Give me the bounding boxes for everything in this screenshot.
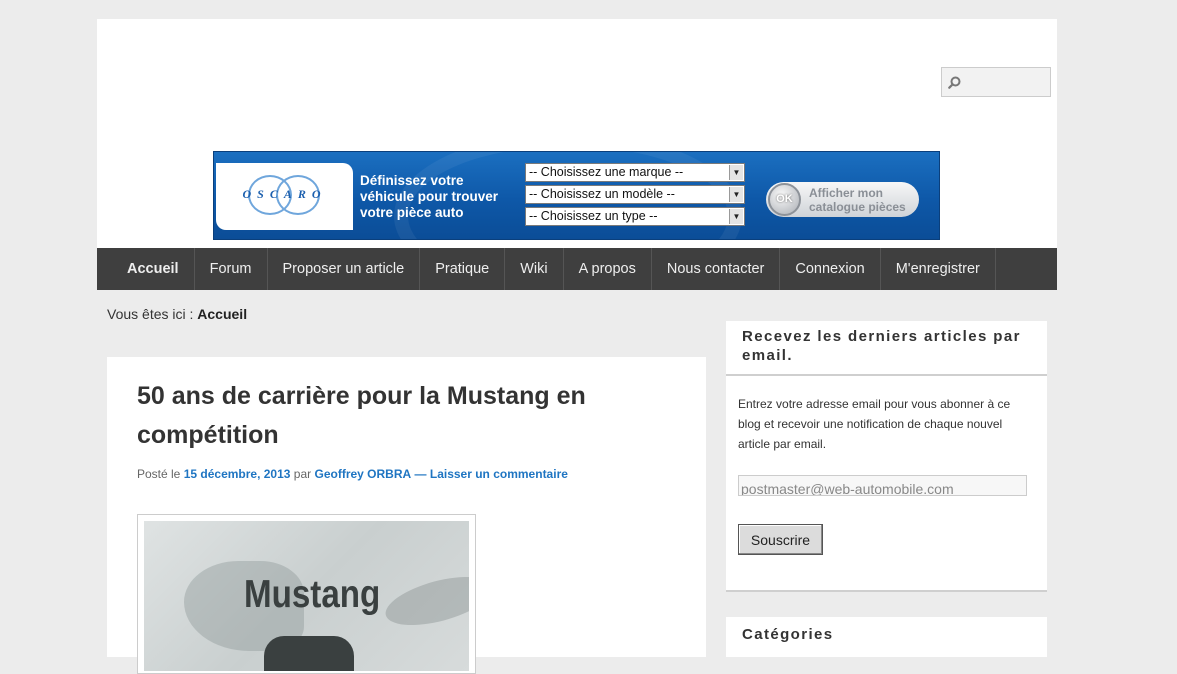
show-catalogue-button[interactable]: OK Afficher mon catalogue pièces bbox=[766, 182, 919, 217]
article-image[interactable]: Mustang bbox=[137, 514, 476, 674]
email-field[interactable]: postmaster@web-automobile.com bbox=[738, 475, 1027, 496]
search-box[interactable] bbox=[941, 67, 1051, 97]
logo-text: OSCARO bbox=[242, 187, 327, 201]
main-nav: Accueil Forum Proposer un article Pratiq… bbox=[97, 248, 1057, 290]
breadcrumb-current: Accueil bbox=[197, 306, 248, 322]
nav-item-connexion[interactable]: Connexion bbox=[780, 248, 881, 290]
breadcrumb: Vous êtes ici : Accueil bbox=[107, 306, 248, 322]
subscribe-widget: Recevez les derniers articles par email.… bbox=[726, 321, 1047, 592]
chevron-down-icon[interactable]: ▼ bbox=[729, 165, 743, 180]
nav-item-contact[interactable]: Nous contacter bbox=[652, 248, 781, 290]
vehicle-selectors: -- Choisissez une marque -- ▼ -- Choisis… bbox=[525, 163, 745, 229]
site-container: OSCARO Définissez votre véhicule pour tr… bbox=[97, 19, 1057, 674]
nav-item-wiki[interactable]: Wiki bbox=[505, 248, 564, 290]
author-link[interactable]: Geoffrey ORBRA bbox=[314, 467, 411, 481]
nav-item-register[interactable]: M'enregistrer bbox=[881, 248, 996, 290]
nav-item-forum[interactable]: Forum bbox=[195, 248, 268, 290]
subscribe-button[interactable]: Souscrire bbox=[738, 524, 823, 555]
subscribe-title: Recevez les derniers articles par email. bbox=[726, 321, 1047, 376]
type-select[interactable]: -- Choisissez un type -- ▼ bbox=[525, 207, 745, 226]
nav-item-apropos[interactable]: A propos bbox=[564, 248, 652, 290]
comment-link[interactable]: Laisser un commentaire bbox=[430, 467, 568, 481]
categories-widget: Catégories bbox=[726, 617, 1047, 657]
chevron-down-icon[interactable]: ▼ bbox=[729, 209, 743, 224]
ok-icon: OK bbox=[768, 183, 801, 216]
chevron-down-icon[interactable]: ▼ bbox=[729, 187, 743, 202]
nav-item-proposer[interactable]: Proposer un article bbox=[268, 248, 421, 290]
subscribe-description: Entrez votre adresse email pour vous abo… bbox=[738, 397, 1011, 451]
search-input[interactable] bbox=[965, 73, 1049, 91]
oscaro-logo[interactable]: OSCARO bbox=[216, 163, 353, 230]
site-header: OSCARO Définissez votre véhicule pour tr… bbox=[97, 19, 1057, 248]
image-caption-text: Mustang bbox=[244, 573, 381, 616]
model-select[interactable]: -- Choisissez un modèle -- ▼ bbox=[525, 185, 745, 204]
nav-item-accueil[interactable]: Accueil bbox=[97, 248, 195, 290]
nav-item-pratique[interactable]: Pratique bbox=[420, 248, 506, 290]
brand-select[interactable]: -- Choisissez une marque -- ▼ bbox=[525, 163, 745, 182]
article-title[interactable]: 50 ans de carrière pour la Mustang en co… bbox=[137, 377, 657, 455]
oscaro-banner[interactable]: OSCARO Définissez votre véhicule pour tr… bbox=[213, 151, 940, 240]
article-card: 50 ans de carrière pour la Mustang en co… bbox=[107, 357, 706, 674]
date-link[interactable]: 15 décembre, 2013 bbox=[184, 467, 291, 481]
article-meta: Posté le 15 décembre, 2013 par Geoffrey … bbox=[137, 467, 568, 481]
banner-tagline: Définissez votre véhicule pour trouver v… bbox=[360, 173, 499, 220]
categories-title: Catégories bbox=[742, 626, 834, 643]
search-icon bbox=[948, 76, 961, 89]
meta-dash: — bbox=[414, 467, 427, 481]
